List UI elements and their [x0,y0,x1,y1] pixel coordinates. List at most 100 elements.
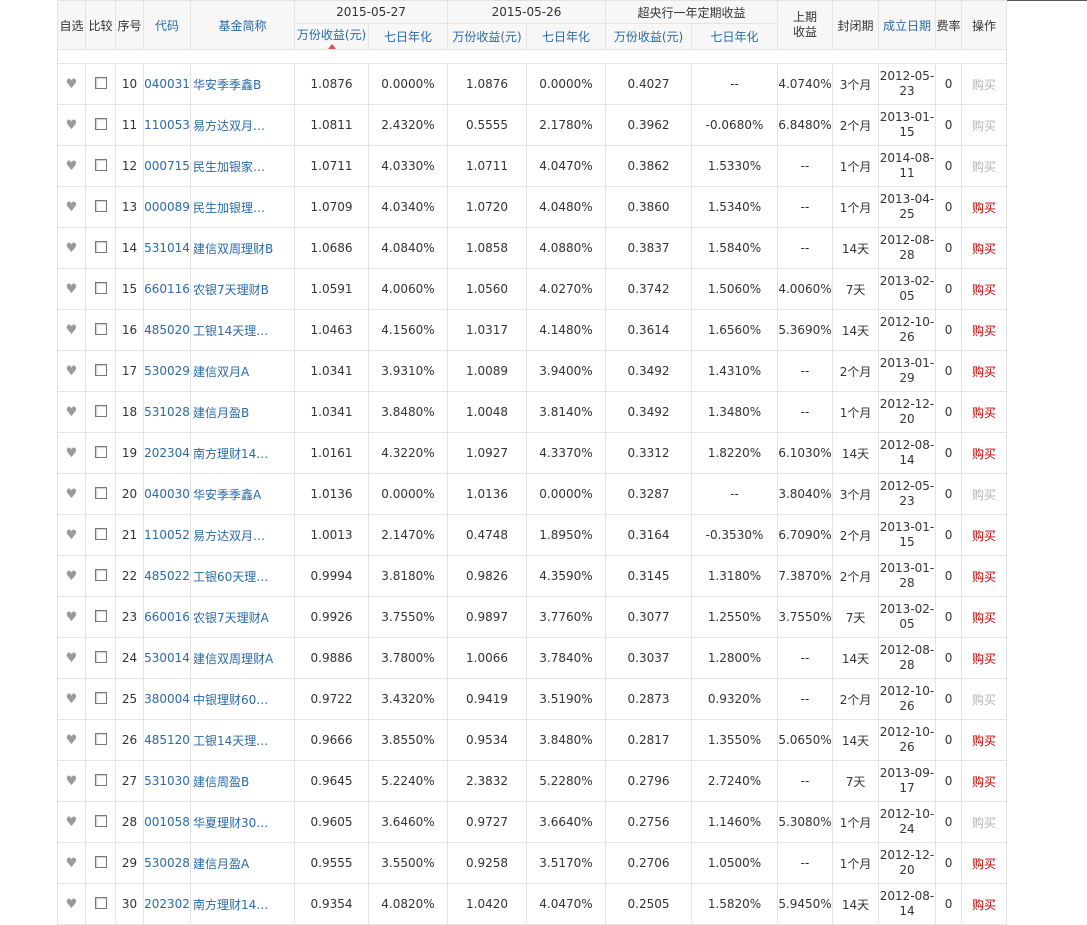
compare-checkbox[interactable] [94,158,107,171]
heart-icon[interactable]: ♥ [66,774,78,789]
compare-checkbox[interactable] [94,199,107,212]
heart-icon[interactable]: ♥ [66,118,78,133]
heart-icon[interactable]: ♥ [66,446,78,461]
fund-code-link[interactable]: 110052 [145,528,190,542]
compare-checkbox[interactable] [94,650,107,663]
buy-button[interactable]: 购买 [972,283,996,297]
fund-code-link[interactable]: 660116 [145,282,190,296]
fund-code-link[interactable]: 530014 [145,651,190,665]
heart-icon[interactable]: ♥ [66,241,78,256]
buy-button[interactable]: 购买 [972,242,996,256]
fund-name-link[interactable]: 南方理财14… [193,898,268,912]
buy-button[interactable]: 购买 [972,447,996,461]
fund-name-link[interactable]: 农银7天理财B [193,283,269,297]
compare-checkbox[interactable] [94,896,107,909]
compare-checkbox[interactable] [94,691,107,704]
heart-icon[interactable]: ♥ [66,610,78,625]
fund-code-link[interactable]: 531014 [145,241,190,255]
buy-button[interactable]: 购买 [972,160,996,174]
fund-name-link[interactable]: 工银60天理… [193,570,268,584]
buy-button[interactable]: 购买 [972,119,996,133]
fund-code-link[interactable]: 110053 [145,118,190,132]
buy-button[interactable]: 购买 [972,406,996,420]
compare-checkbox[interactable] [94,568,107,581]
fund-name-link[interactable]: 华安季季鑫A [193,488,261,502]
heart-icon[interactable]: ♥ [66,487,78,502]
compare-checkbox[interactable] [94,322,107,335]
compare-checkbox[interactable] [94,240,107,253]
compare-checkbox[interactable] [94,855,107,868]
compare-checkbox[interactable] [94,363,107,376]
fund-code-link[interactable]: 531030 [145,774,190,788]
fund-name-link[interactable]: 易方达双月… [193,529,265,543]
col-seven-day-1-sort[interactable]: 七日年化 [368,23,448,50]
fund-code-link[interactable]: 485020 [145,323,190,337]
fund-name-link[interactable]: 工银14天理… [193,324,268,338]
buy-button[interactable]: 购买 [972,816,996,830]
compare-checkbox[interactable] [94,773,107,786]
fund-name-link[interactable]: 建信双周理财B [193,242,273,256]
heart-icon[interactable]: ♥ [66,405,78,420]
fund-name-link[interactable]: 建信月盈B [193,406,249,420]
fund-code-link[interactable]: 040031 [145,77,190,91]
compare-checkbox[interactable] [94,76,107,89]
fund-name-link[interactable]: 易方达双月… [193,119,265,133]
fund-name-link[interactable]: 中银理财60… [193,693,268,707]
col-seven-day-2-sort[interactable]: 七日年化 [526,23,606,50]
col-seven-day-3-sort[interactable]: 七日年化 [690,23,779,50]
fund-code-link[interactable]: 202304 [145,446,190,460]
col-name-sort[interactable]: 基金简称 [190,0,295,50]
buy-button[interactable]: 购买 [972,693,996,707]
fund-name-link[interactable]: 华夏理财30… [193,816,268,830]
buy-button[interactable]: 购买 [972,78,996,92]
heart-icon[interactable]: ♥ [66,569,78,584]
heart-icon[interactable]: ♥ [66,282,78,297]
fund-name-link[interactable]: 民生加银理… [193,201,265,215]
fund-code-link[interactable]: 202302 [145,897,190,911]
fund-code-link[interactable]: 000715 [145,159,190,173]
buy-button[interactable]: 购买 [972,775,996,789]
fund-code-link[interactable]: 485022 [145,569,190,583]
compare-checkbox[interactable] [94,486,107,499]
fund-code-link[interactable]: 380004 [145,692,190,706]
col-code-sort[interactable]: 代码 [143,0,191,50]
heart-icon[interactable]: ♥ [66,159,78,174]
fund-code-link[interactable]: 531028 [145,405,190,419]
heart-icon[interactable]: ♥ [66,200,78,215]
fund-name-link[interactable]: 建信月盈A [193,857,249,871]
buy-button[interactable]: 购买 [972,324,996,338]
buy-button[interactable]: 购买 [972,857,996,871]
heart-icon[interactable]: ♥ [66,651,78,666]
buy-button[interactable]: 购买 [972,529,996,543]
fund-name-link[interactable]: 民生加银家… [193,160,265,174]
heart-icon[interactable]: ♥ [66,815,78,830]
col-wan-income-2-sort[interactable]: 万份收益(元) [447,23,527,50]
buy-button[interactable]: 购买 [972,570,996,584]
compare-checkbox[interactable] [94,814,107,827]
compare-checkbox[interactable] [94,117,107,130]
fund-name-link[interactable]: 南方理财14… [193,447,268,461]
compare-checkbox[interactable] [94,281,107,294]
fund-code-link[interactable]: 001058 [145,815,190,829]
heart-icon[interactable]: ♥ [66,856,78,871]
buy-button[interactable]: 购买 [972,898,996,912]
heart-icon[interactable]: ♥ [66,323,78,338]
heart-icon[interactable]: ♥ [66,692,78,707]
heart-icon[interactable]: ♥ [66,733,78,748]
fund-name-link[interactable]: 建信周盈B [193,775,249,789]
col-inception-sort[interactable]: 成立日期 [878,0,937,50]
compare-checkbox[interactable] [94,527,107,540]
fund-name-link[interactable]: 建信双月A [193,365,249,379]
heart-icon[interactable]: ♥ [66,897,78,912]
heart-icon[interactable]: ♥ [66,77,78,92]
compare-checkbox[interactable] [94,404,107,417]
fund-name-link[interactable]: 农银7天理财A [193,611,269,625]
fund-name-link[interactable]: 华安季季鑫B [193,78,261,92]
buy-button[interactable]: 购买 [972,611,996,625]
fund-code-link[interactable]: 000089 [145,200,190,214]
fund-name-link[interactable]: 工银14天理… [193,734,268,748]
buy-button[interactable]: 购买 [972,488,996,502]
buy-button[interactable]: 购买 [972,365,996,379]
fund-code-link[interactable]: 040030 [145,487,190,501]
buy-button[interactable]: 购买 [972,201,996,215]
